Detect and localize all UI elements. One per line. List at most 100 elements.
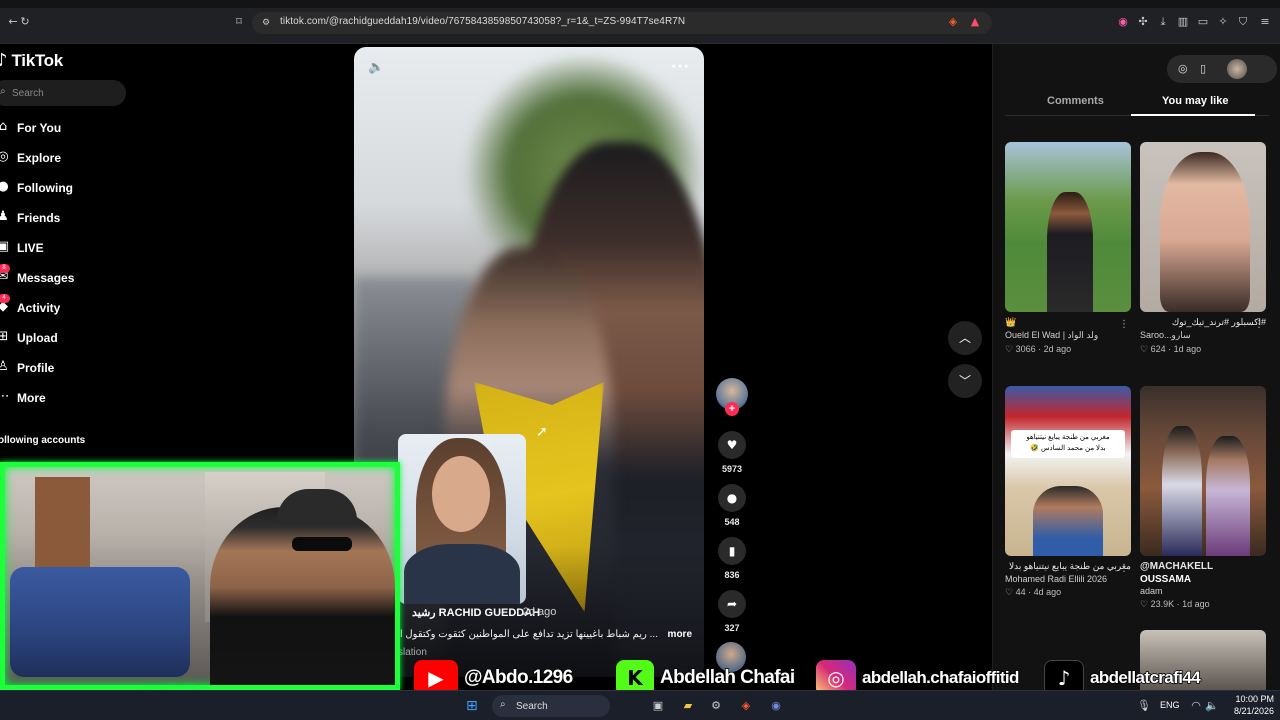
- sidebar-item-for-you[interactable]: ⌂ For You: [0, 116, 130, 140]
- mute-icon[interactable]: 🔈: [368, 60, 384, 75]
- previous-video-button[interactable]: ︿: [948, 321, 982, 355]
- extension-icon[interactable]: ◉: [1116, 15, 1130, 29]
- wifi-icon[interactable]: ◠: [1188, 699, 1204, 713]
- notification-badge: 4: [0, 294, 10, 303]
- brave-icon[interactable]: ◈: [738, 699, 754, 713]
- notification-badge: 8: [0, 264, 10, 273]
- comment-button[interactable]: ● 548: [718, 484, 746, 527]
- share-button[interactable]: ➦ 327: [718, 590, 746, 633]
- card-age: 4d ago: [1033, 587, 1062, 597]
- sidebar-item-activity[interactable]: ◆ 4 Activity: [0, 294, 130, 320]
- suggested-video-card[interactable]: @MACHAKELL OUSSAMA adam ♡ 23.9K · 1d ago: [1140, 386, 1266, 610]
- home-icon: ⌂: [0, 119, 8, 134]
- caption-translation[interactable]: slation: [398, 647, 427, 658]
- thumb-person: [1160, 152, 1250, 312]
- sidebar-item-following[interactable]: ● Following: [0, 176, 130, 200]
- sidebar-toggle-icon[interactable]: ▥: [1176, 15, 1190, 29]
- video-thumbnail[interactable]: مغربي من طنجة يبايع نيتنياهو بدلا من محم…: [1005, 386, 1131, 556]
- bookmark-icon[interactable]: ⌑: [232, 15, 246, 29]
- sidebar-item-label: Activity: [17, 301, 61, 315]
- suggested-video-card[interactable]: #اكسبلور #ترند_تيك_توك Saroo...سارو ♡ 62…: [1140, 142, 1266, 355]
- volume-icon[interactable]: 🔈: [1204, 699, 1220, 713]
- suggested-video-card[interactable]: 👑 Oueld El Wad | ولد الواد ♡ 3066 · 2d a…: [1005, 142, 1131, 355]
- kick-label: Abdellah Chafai: [659, 666, 796, 689]
- clock-time[interactable]: 10:00 PM: [1228, 694, 1274, 704]
- heart-icon: ♥: [718, 431, 746, 459]
- video-age: · 2d ago: [516, 606, 557, 618]
- sidebar-item-profile[interactable]: ♙ Profile: [0, 356, 130, 380]
- taskbar-search[interactable]: ⌕ Search: [492, 695, 610, 717]
- card-age: 1d ago: [1182, 599, 1210, 609]
- sidebar-item-label: Upload: [17, 331, 58, 345]
- vpn-icon[interactable]: ⛉: [1236, 15, 1250, 29]
- suggested-video-card[interactable]: مغربي من طنجة يبايع نيتنياهو بدلا من محم…: [1005, 386, 1131, 598]
- sidebar-item-live[interactable]: ▣ LIVE: [0, 236, 130, 260]
- windows-start-icon[interactable]: ⊞: [466, 698, 482, 714]
- right-panel: ◎ ▯ Comments You may like 👑 Oueld El Wad…: [992, 44, 1280, 690]
- search-input[interactable]: ⌕ Search: [0, 80, 126, 106]
- menu-icon[interactable]: ≡: [1258, 15, 1272, 29]
- tab-you-may-like[interactable]: You may like: [1162, 95, 1228, 107]
- card-more-icon[interactable]: ⋮: [1119, 319, 1129, 330]
- settings-icon[interactable]: ⚙: [708, 699, 724, 713]
- wallet-icon[interactable]: ▭: [1196, 15, 1210, 29]
- task-view-icon[interactable]: ▣: [650, 699, 666, 713]
- microphone-icon[interactable]: 🎙: [1136, 699, 1152, 713]
- video-thumbnail[interactable]: [1140, 386, 1266, 556]
- phone-icon[interactable]: ▯: [1200, 62, 1206, 75]
- sidebar-item-messages[interactable]: ✉ 8 Messages: [0, 264, 130, 290]
- user-avatar[interactable]: [1227, 59, 1247, 79]
- card-author: Saroo...سارو: [1140, 330, 1191, 340]
- download-icon[interactable]: ⤓: [1156, 15, 1170, 29]
- sidebar-item-explore[interactable]: ◎ Explore: [0, 146, 130, 170]
- tiktok-note-icon: ♪: [0, 50, 8, 71]
- tiktok-logo[interactable]: ♪ TikTok: [0, 50, 63, 71]
- next-video-button[interactable]: ﹀: [948, 364, 982, 398]
- thumb-person: [1206, 436, 1250, 556]
- save-count: 836: [724, 570, 740, 580]
- card-likes: ♡ 23.9K: [1140, 599, 1175, 609]
- clock-date[interactable]: 8/21/2026: [1220, 706, 1274, 716]
- language-indicator[interactable]: ENG: [1160, 700, 1180, 710]
- card-author: adam: [1140, 586, 1163, 596]
- presenter-body: [404, 544, 520, 604]
- brave-rewards-icon[interactable]: ▲: [968, 15, 982, 29]
- puzzle-icon[interactable]: ✣: [1136, 15, 1150, 29]
- brave-shield-icon[interactable]: ◈: [946, 15, 960, 29]
- card-more-icon[interactable]: ⋮: [1119, 563, 1129, 574]
- sidebar-item-upload[interactable]: ⊞ Upload: [0, 326, 130, 350]
- site-info-icon[interactable]: ⚙: [259, 16, 273, 30]
- windows-taskbar: ⊞ ⌕ Search ▣ ▰ ⚙ ◈ ◉ 🎙 ENG ◠ 🔈 10:00 PM …: [0, 690, 1280, 720]
- discord-icon[interactable]: ◉: [768, 699, 784, 713]
- webcam-streamer: [210, 507, 395, 685]
- caption-more-link[interactable]: more: [668, 629, 692, 640]
- card-meta: ♡ 23.9K · 1d ago: [1140, 599, 1210, 609]
- follow-plus-button[interactable]: +: [725, 402, 739, 416]
- card-more-icon[interactable]: ⋮: [1254, 319, 1264, 330]
- friends-icon: ♟: [0, 209, 9, 224]
- chevron-down-icon: ﹀: [958, 374, 971, 388]
- reload-icon[interactable]: ↻: [18, 15, 32, 29]
- sidebar-item-more[interactable]: ⋯ More: [0, 386, 130, 410]
- upload-icon: ⊞: [0, 329, 9, 344]
- address-bar[interactable]: ⚙ tiktok.com/@rachidgueddah19/video/7675…: [252, 12, 992, 34]
- sidebar-item-label: More: [17, 391, 46, 405]
- leo-ai-icon[interactable]: ✧: [1216, 15, 1230, 29]
- card-likes: ♡ 3066: [1005, 344, 1036, 354]
- video-more-icon[interactable]: ···: [671, 59, 690, 75]
- logo-text: TikTok: [11, 50, 64, 70]
- sidebar-item-friends[interactable]: ♟ Friends: [0, 206, 130, 230]
- card-age: 2d ago: [1043, 344, 1072, 354]
- file-explorer-icon[interactable]: ▰: [680, 699, 696, 713]
- following-icon: ●: [0, 179, 9, 194]
- profile-icon: ♙: [0, 359, 9, 374]
- like-button[interactable]: ♥ 5973: [718, 431, 746, 474]
- webcam-sofa: [10, 567, 190, 677]
- save-button[interactable]: ▮ 836: [718, 537, 746, 580]
- video-thumbnail[interactable]: [1005, 142, 1131, 312]
- tab-comments[interactable]: Comments: [1047, 95, 1104, 107]
- settings-dial-icon[interactable]: ◎: [1178, 62, 1188, 75]
- webcam-sunglasses: [292, 537, 352, 551]
- video-thumbnail[interactable]: [1140, 142, 1266, 312]
- search-icon: ⌕: [500, 699, 506, 710]
